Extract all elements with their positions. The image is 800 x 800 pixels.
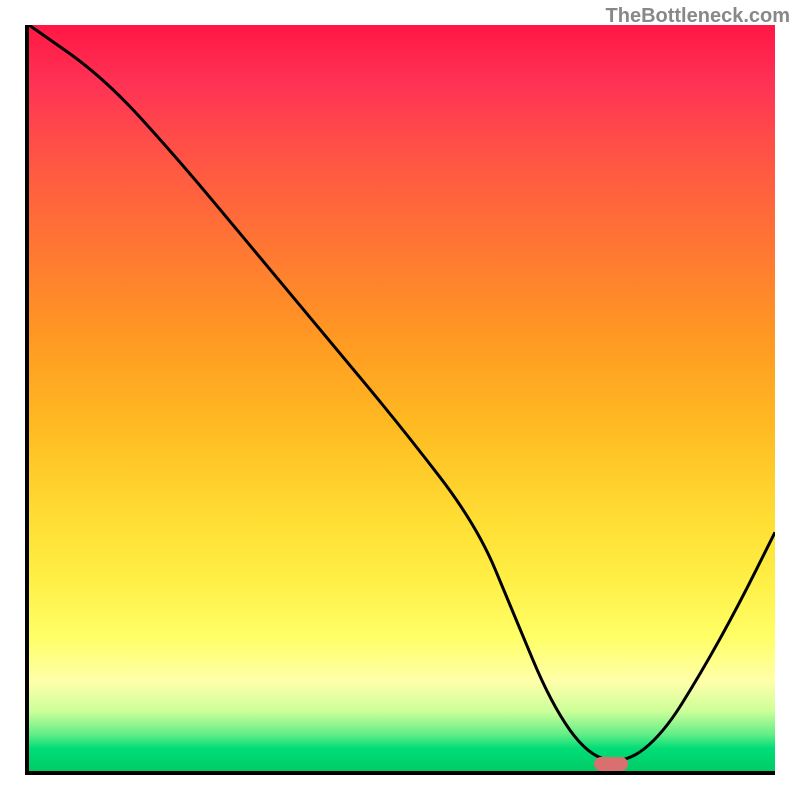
chart-container: TheBottleneck.com <box>0 0 800 800</box>
watermark-text: TheBottleneck.com <box>606 5 790 28</box>
optimal-point-marker <box>594 757 628 771</box>
chart-plot-area <box>25 25 775 775</box>
curve-svg <box>29 25 775 771</box>
bottleneck-curve <box>29 25 775 761</box>
